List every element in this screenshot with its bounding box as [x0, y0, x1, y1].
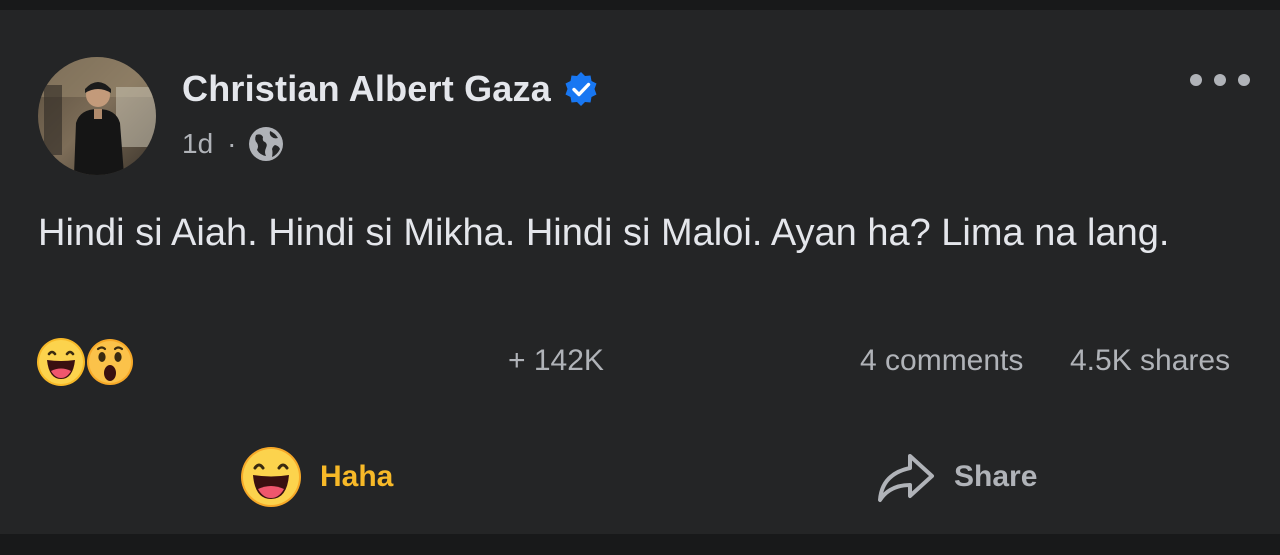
post-meta: 1d ·: [182, 124, 284, 164]
share-button[interactable]: Share: [874, 446, 1037, 508]
avatar[interactable]: [38, 57, 156, 175]
haha-reaction-button[interactable]: Haha: [240, 446, 393, 508]
share-label: Share: [954, 460, 1038, 493]
post-card: Christian Albert Gaza 1d · Hindi si Aiah…: [0, 10, 1280, 534]
more-options-button[interactable]: [1190, 70, 1250, 90]
more-dot: [1190, 74, 1202, 86]
meta-separator: ·: [227, 128, 237, 159]
reaction-count[interactable]: + 142K: [508, 344, 604, 378]
author-row: Christian Albert Gaza: [182, 66, 599, 112]
haha-label: Haha: [320, 460, 394, 493]
feed-gap: [0, 534, 1280, 555]
more-dot: [1238, 74, 1250, 86]
avatar-photo: [38, 57, 156, 175]
haha-emoji-icon: [241, 447, 301, 507]
wow-emoji-icon: [85, 337, 135, 387]
shares-count[interactable]: 4.5K shares: [1070, 344, 1230, 378]
author-name[interactable]: Christian Albert Gaza: [182, 68, 551, 110]
haha-emoji-icon: [37, 338, 85, 386]
share-icon: [878, 454, 934, 502]
post-time[interactable]: 1d: [182, 128, 213, 160]
reaction-icons[interactable]: [36, 337, 136, 387]
comments-count[interactable]: 4 comments: [860, 344, 1023, 378]
more-dot: [1214, 74, 1226, 86]
post-text: Hindi si Aiah. Hindi si Mikha. Hindi si …: [38, 212, 1170, 254]
globe-icon: [248, 126, 284, 162]
verified-badge-icon: [563, 71, 599, 107]
